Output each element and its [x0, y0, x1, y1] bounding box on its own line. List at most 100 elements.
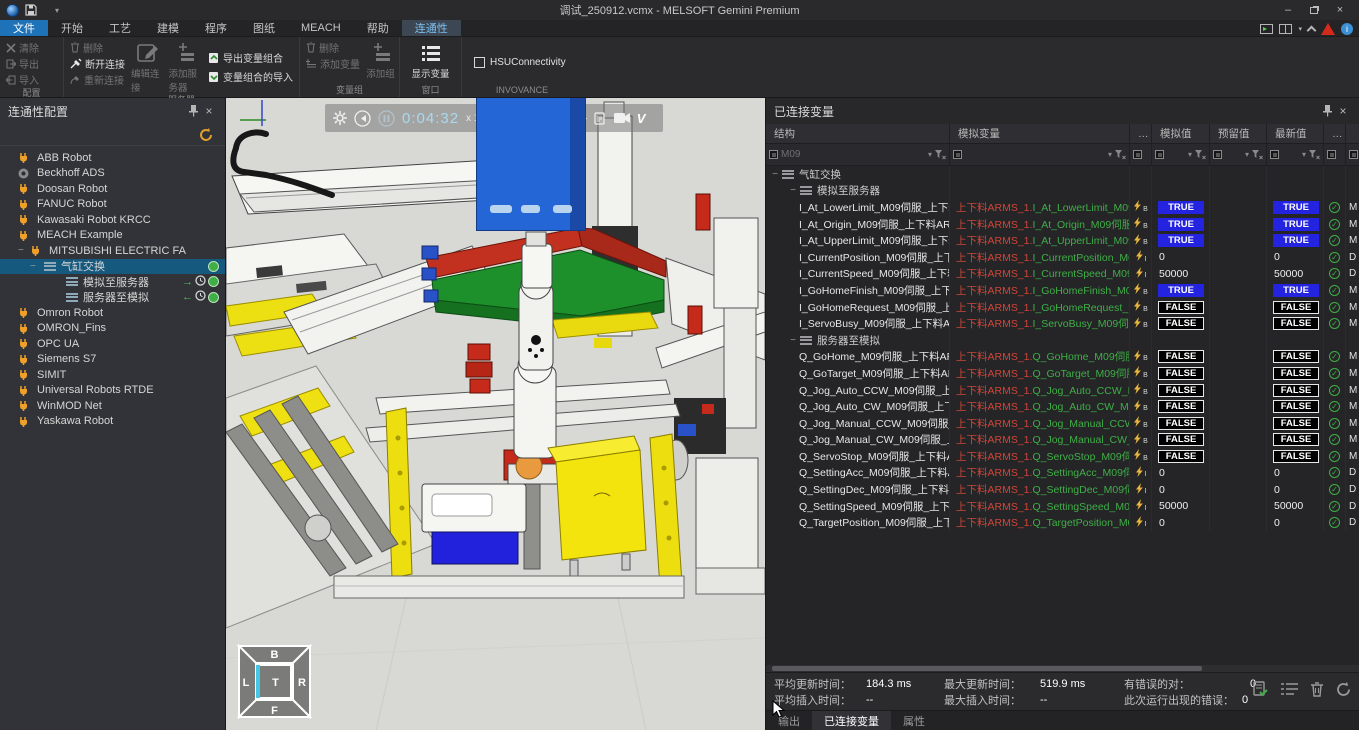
filter-funnel-icon[interactable] — [935, 150, 946, 160]
collapse-ribbon-icon[interactable] — [1307, 25, 1317, 35]
delete-variable-button[interactable]: 删除 — [304, 40, 362, 55]
minimize-button[interactable]: – — [1277, 3, 1299, 17]
column-header-6[interactable]: … — [1324, 124, 1346, 143]
pause-button[interactable] — [378, 110, 395, 127]
ribbon-tab-MEACH[interactable]: MEACH — [288, 20, 354, 36]
variable-row[interactable]: I_GoHomeRequest_M09伺服_上下料AR上下料ARMS_1.I_G… — [766, 299, 1359, 316]
tree-item-服务器至模拟[interactable]: 服务器至模拟← — [0, 290, 225, 306]
column-header-2[interactable]: … — [1130, 124, 1152, 143]
tree-item-模拟至服务器[interactable]: 模拟至服务器→ — [0, 274, 225, 290]
layout-caret-icon[interactable]: ▾ — [1298, 25, 1302, 33]
filter-checkbox-icon[interactable] — [1349, 150, 1358, 159]
ribbon-tab-建模[interactable]: 建模 — [144, 20, 192, 36]
variable-row[interactable]: Q_SettingSpeed_M09伺服_上下料ARM上下料ARMS_1.Q_S… — [766, 498, 1359, 515]
filter-cell-0[interactable]: M09▾ — [766, 144, 950, 165]
trash-icon[interactable] — [1310, 682, 1324, 697]
clear-button[interactable]: 清除 — [4, 40, 41, 55]
list-options-icon[interactable] — [1281, 682, 1298, 696]
scrollbar-thumb[interactable] — [772, 666, 1202, 671]
variable-row[interactable]: I_CurrentPosition_M09伺服_上下料ARM上下料ARMS_1.… — [766, 249, 1359, 266]
info-icon[interactable]: i — [1341, 23, 1353, 35]
filter-cell-2[interactable] — [1130, 144, 1152, 165]
filter-checkbox-icon[interactable] — [769, 150, 778, 159]
tree-item-beckhoff-ads[interactable]: Beckhoff ADS — [0, 166, 225, 182]
variable-row[interactable]: I_ServoBusy_M09伺服_上下料ARM料位上下料ARMS_1.I_Se… — [766, 315, 1359, 332]
tree-item-fanuc-robot[interactable]: FANUC Robot — [0, 197, 225, 213]
ribbon-tab-连通性[interactable]: 连通性 — [402, 20, 461, 36]
import-vargroup-button[interactable]: 变量组合的导入 — [206, 69, 295, 84]
edit-connection-button[interactable]: 编辑连接 — [131, 40, 165, 94]
filter-cell-6[interactable] — [1324, 144, 1346, 165]
variable-row[interactable]: I_At_UpperLimit_M09伺服_上下料ARM上下料ARMS_1.I_… — [766, 232, 1359, 249]
ribbon-tab-工艺[interactable]: 工艺 — [96, 20, 144, 36]
simulation-view-icon[interactable] — [1260, 24, 1273, 34]
tree-item-universal-robots-rtde[interactable]: Universal Robots RTDE — [0, 383, 225, 399]
layout-split-icon[interactable] — [1279, 24, 1292, 34]
tree-item-abb-robot[interactable]: ABB Robot — [0, 150, 225, 166]
filter-funnel-icon[interactable] — [1115, 150, 1126, 160]
variable-row[interactable]: Q_GoTarget_M09伺服_上下料ARM料位上下料ARMS_1.Q_GoT… — [766, 365, 1359, 382]
filter-cell-3[interactable]: ▾ — [1152, 144, 1210, 165]
restore-button[interactable] — [1303, 3, 1325, 17]
expander-icon[interactable]: − — [788, 335, 798, 346]
variable-group-row[interactable]: −模拟至服务器 — [766, 183, 1359, 200]
filter-cell-5[interactable]: ▾ — [1267, 144, 1324, 165]
filter-caret-icon[interactable]: ▾ — [1108, 150, 1112, 159]
filter-checkbox-icon[interactable] — [1155, 150, 1164, 159]
tree-item-simit[interactable]: SIMIT — [0, 367, 225, 383]
add-group-button[interactable]: 添加组 — [366, 40, 395, 84]
ribbon-tab-程序[interactable]: 程序 — [192, 20, 240, 36]
rewind-button[interactable] — [354, 110, 371, 127]
ribbon-tab-开始[interactable]: 开始 — [48, 20, 96, 36]
disconnect-button[interactable]: 断开连接 — [68, 56, 127, 71]
show-variables-button[interactable]: 显示变量 — [405, 40, 457, 84]
variable-row[interactable]: Q_Jog_Manual_CCW_M09伺服_上下料上下料ARMS_1.Q_Jo… — [766, 415, 1359, 432]
add-server-button[interactable]: 添加服务器 — [169, 40, 203, 94]
filter-cell-7[interactable] — [1346, 144, 1359, 165]
tree-item-doosan-robot[interactable]: Doosan Robot — [0, 181, 225, 197]
tree-item-meach-example[interactable]: MEACH Example — [0, 228, 225, 244]
bottom-tab-属性[interactable]: 属性 — [891, 711, 937, 730]
warning-icon[interactable] — [1321, 23, 1335, 35]
variable-group-row[interactable]: −气缸交换 — [766, 166, 1359, 183]
add-variable-button[interactable]: 添加变量 — [304, 56, 362, 71]
view-navigation-cube[interactable]: B L T R F — [237, 644, 312, 719]
ribbon-tab-图纸[interactable]: 图纸 — [240, 20, 288, 36]
export-button[interactable]: 导出 — [4, 56, 41, 71]
filter-cell-1[interactable]: ▾ — [950, 144, 1130, 165]
filter-caret-icon[interactable]: ▾ — [928, 150, 932, 159]
tree-item-气缸交换[interactable]: −气缸交换 — [0, 259, 225, 275]
variable-row[interactable]: Q_TargetPosition_M09伺服_上下料ARM上下料ARMS_1.Q… — [766, 514, 1359, 531]
close-button[interactable]: × — [1329, 3, 1351, 17]
settings-gear-icon[interactable] — [333, 111, 347, 125]
quick-access-caret-icon[interactable]: ▾ — [55, 6, 59, 15]
filter-caret-icon[interactable]: ▾ — [1188, 150, 1192, 159]
filter-funnel-icon[interactable] — [1309, 150, 1320, 160]
horizontal-scrollbar[interactable] — [766, 665, 1359, 672]
expander-icon[interactable]: − — [788, 185, 798, 196]
filter-caret-icon[interactable]: ▾ — [1302, 150, 1306, 159]
close-panel-icon[interactable]: × — [201, 104, 217, 118]
variable-row[interactable]: I_At_LowerLimit_M09伺服_上下料ARM上下料ARMS_1.I_… — [766, 199, 1359, 216]
variable-row[interactable]: I_At_Origin_M09伺服_上下料ARM料位上下料ARMS_1.I_At… — [766, 216, 1359, 233]
filter-checkbox-icon[interactable] — [1270, 150, 1279, 159]
filter-input[interactable]: M09 — [781, 149, 925, 160]
refresh-icon[interactable] — [199, 128, 213, 142]
filter-checkbox-icon[interactable] — [1133, 150, 1142, 159]
pin-icon[interactable] — [185, 105, 201, 117]
variable-row[interactable]: Q_SettingDec_M09伺服_上下料ARM料上下料ARMS_1.Q_Se… — [766, 481, 1359, 498]
column-header-5[interactable]: 最新值 — [1267, 124, 1324, 143]
column-header-3[interactable]: 模拟值 — [1152, 124, 1210, 143]
export-vargroup-button[interactable]: 导出变量组合 — [206, 50, 295, 65]
filter-cell-4[interactable]: ▾ — [1210, 144, 1267, 165]
hsu-connectivity-checkbox[interactable]: HSUConnectivity — [466, 40, 574, 84]
close-panel-icon[interactable]: × — [1335, 104, 1351, 118]
record-video-icon[interactable] — [614, 112, 630, 124]
variable-row[interactable]: Q_Jog_Auto_CCW_M09伺服_上下料AR上下料ARMS_1.Q_Jo… — [766, 382, 1359, 399]
tree-item-opc-ua[interactable]: OPC UA — [0, 336, 225, 352]
expander-icon[interactable]: − — [18, 245, 30, 256]
column-header-0[interactable]: 结构 — [766, 124, 950, 143]
bottom-tab-已连接变量[interactable]: 已连接变量 — [812, 711, 891, 730]
variable-row[interactable]: Q_Jog_Auto_CW_M09伺服_上下料ARM上下料ARMS_1.Q_Jo… — [766, 398, 1359, 415]
reconnect-button[interactable]: 重新连接 — [68, 72, 127, 87]
